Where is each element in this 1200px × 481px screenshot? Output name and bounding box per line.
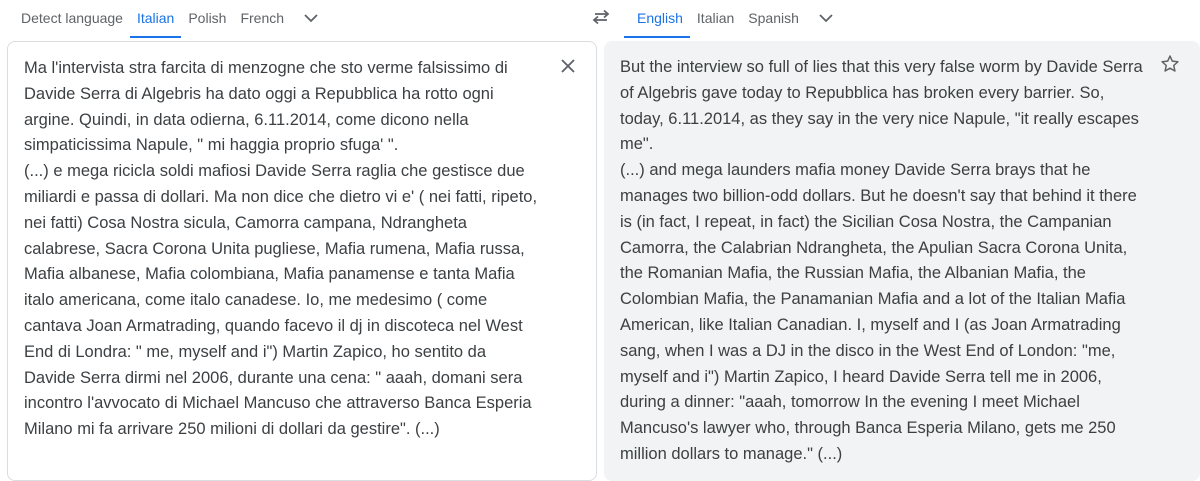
clear-source-button[interactable] [554, 55, 582, 83]
tab-source-italian[interactable]: Italian [129, 0, 182, 38]
translation-output: But the interview so full of lies that t… [604, 41, 1200, 481]
chevron-down-icon [818, 10, 834, 28]
tab-target-spanish[interactable]: Spanish [741, 0, 806, 38]
more-target-languages-button[interactable] [806, 0, 846, 38]
more-source-languages-button[interactable] [291, 0, 331, 38]
target-language-bar: English Italian Spanish [624, 0, 1200, 38]
close-icon [561, 56, 575, 82]
tab-target-english[interactable]: English [624, 0, 690, 38]
source-text-area[interactable]: Ma l'intervista stra farcita di menzogne… [7, 41, 597, 481]
source-paragraph: Ma l'intervista stra farcita di menzogne… [24, 59, 513, 155]
translation-paragraph: (...) and mega launders mafia money Davi… [620, 161, 1142, 463]
source-language-bar: Detect language Italian Polish French [0, 0, 580, 38]
tab-detect-language[interactable]: Detect language [0, 0, 130, 38]
tab-source-polish[interactable]: Polish [181, 0, 233, 38]
star-icon [1160, 54, 1180, 83]
swap-languages-icon [591, 9, 611, 30]
save-translation-button[interactable] [1156, 54, 1184, 82]
translation-paragraph: But the interview so full of lies that t… [620, 58, 1148, 154]
chevron-down-icon [303, 10, 319, 28]
swap-languages-button[interactable] [584, 5, 618, 33]
tab-target-italian[interactable]: Italian [690, 0, 741, 38]
tab-source-french[interactable]: French [233, 0, 291, 38]
source-paragraph: (...) e mega ricicla soldi mafiosi David… [24, 162, 542, 439]
